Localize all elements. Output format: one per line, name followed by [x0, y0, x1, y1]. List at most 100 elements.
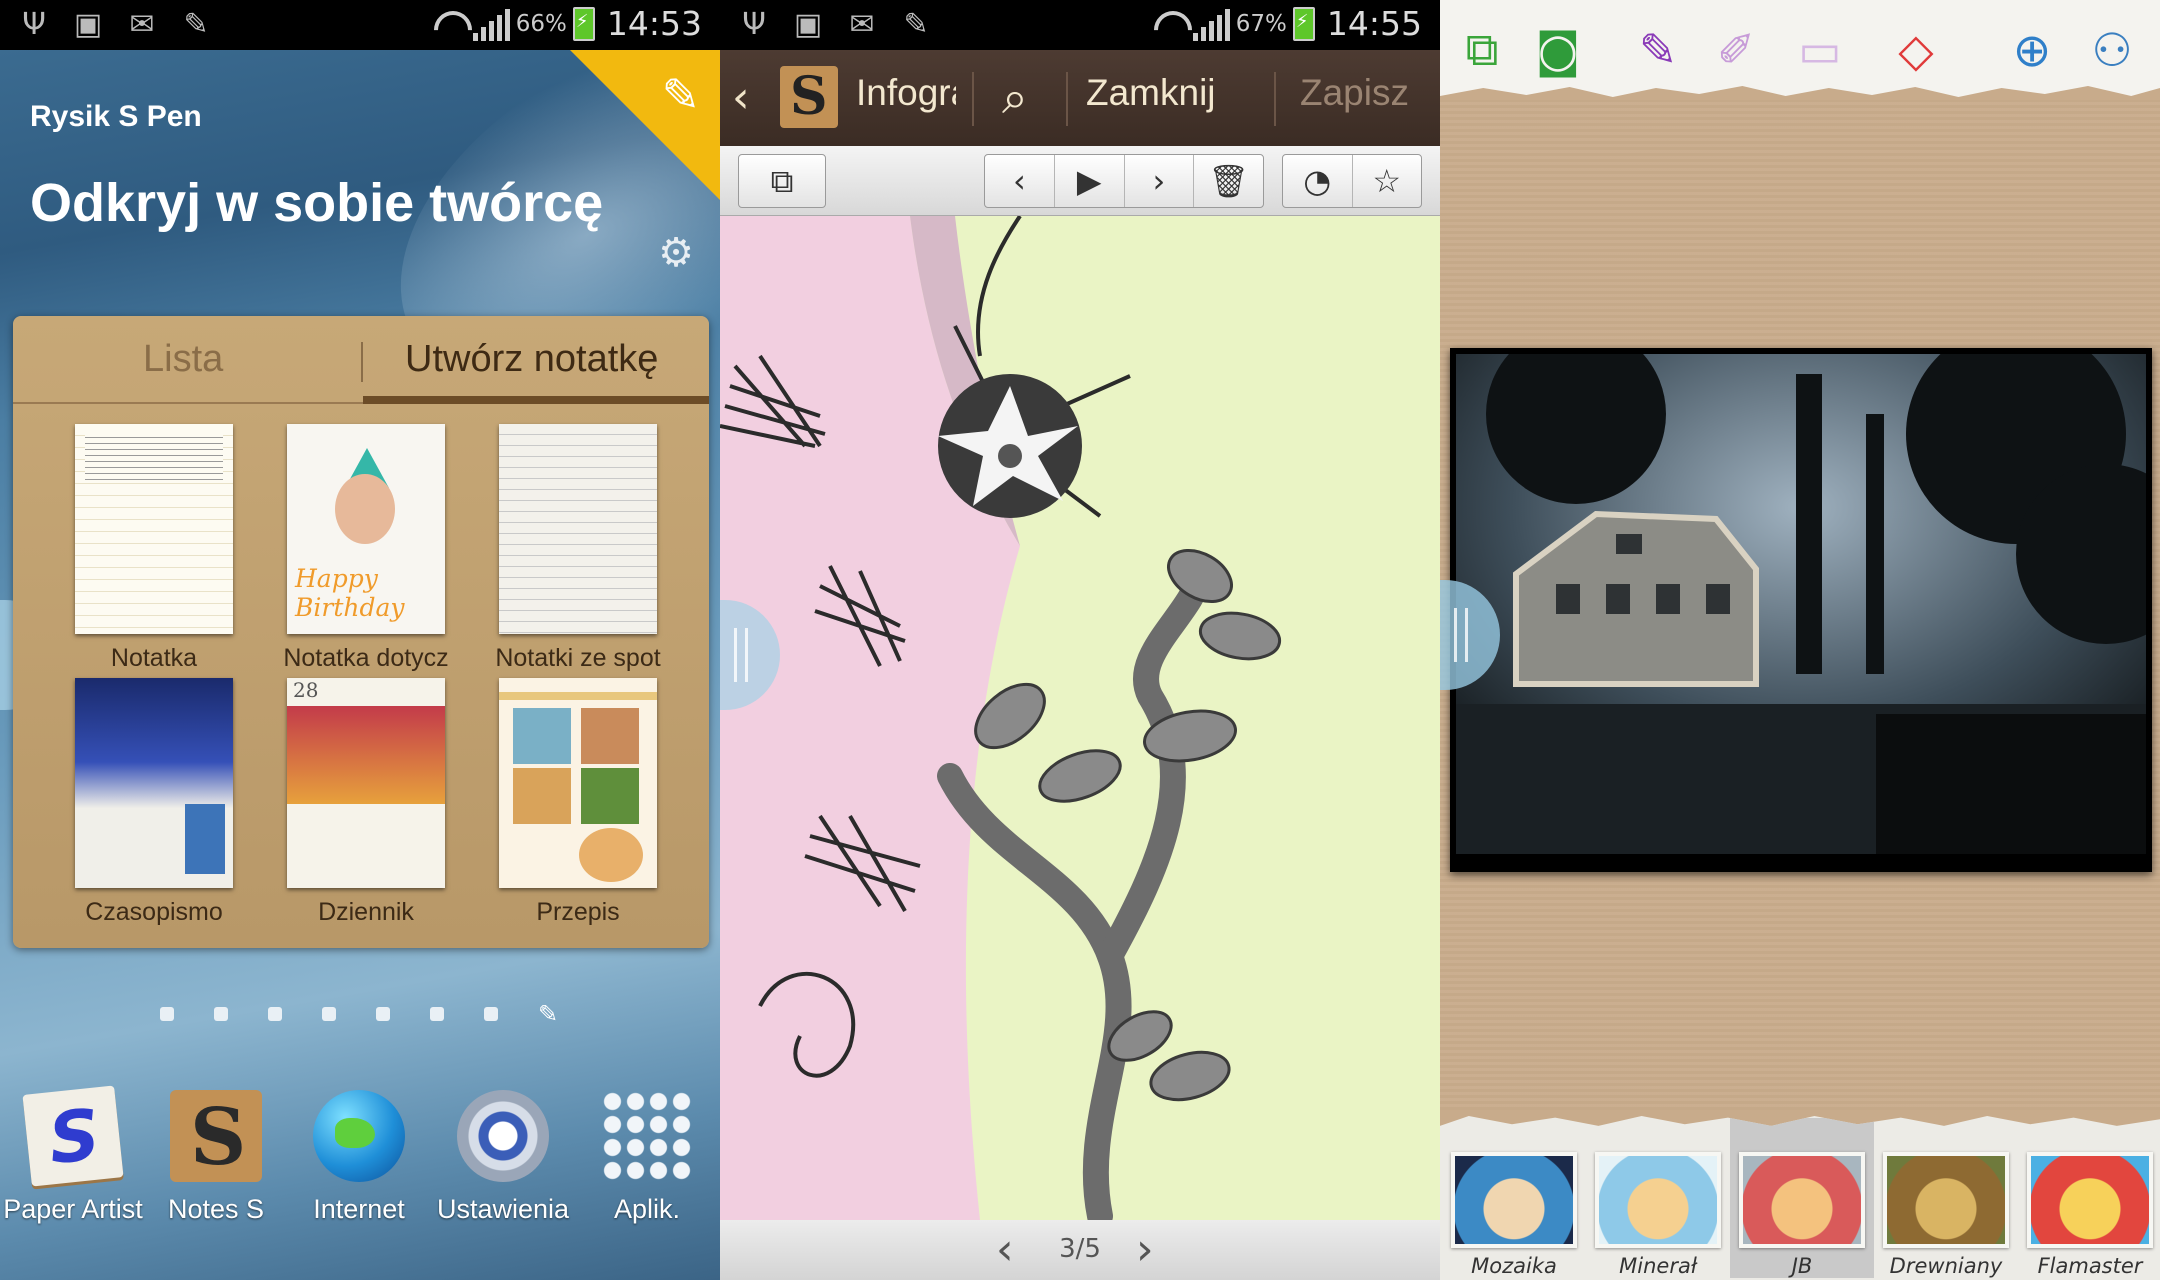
star-icon[interactable]: ☆	[1353, 155, 1422, 207]
app-paper-artist[interactable]: Paper Artist	[0, 1085, 148, 1225]
status-bar: Ψ ▣ ✉ ✎ 66% 14:53	[0, 0, 720, 50]
eraser-icon[interactable]: ▭	[1788, 18, 1852, 82]
s-note-widget: Lista Utwórz notatkę Notatka Happy Birth…	[13, 316, 709, 948]
status-clock: 14:53	[606, 4, 702, 43]
back-chevron-icon[interactable]: ‹	[732, 72, 750, 123]
page-dot[interactable]	[214, 1007, 228, 1021]
template-label: Notatki ze spot	[495, 644, 661, 672]
template-notatka[interactable]: Notatka	[69, 424, 239, 673]
pen-icon: ✎	[903, 6, 929, 42]
gallery-icon[interactable]: ⧉	[1450, 18, 1514, 82]
paper-artist-icon	[22, 1085, 124, 1187]
play-icon[interactable]: ▶	[1055, 155, 1125, 207]
voice-record-icon[interactable]: ◔	[1283, 155, 1353, 207]
share-icon[interactable]: ⚇	[2080, 18, 2144, 82]
previous-icon[interactable]: ‹	[985, 155, 1055, 207]
settings-cog-icon	[457, 1090, 549, 1182]
page-dot[interactable]	[430, 1007, 444, 1021]
filtered-photo[interactable]	[1450, 324, 2160, 872]
camera-icon[interactable]: ◙	[1526, 18, 1590, 82]
page-dot[interactable]	[160, 1007, 174, 1021]
app-label: Aplik.	[613, 1194, 681, 1224]
shape-icon[interactable]: ◇	[1884, 18, 1948, 82]
template-thumbnail: Happy Birthday	[287, 424, 445, 634]
template-label: Dziennik	[318, 898, 414, 926]
page-dot[interactable]	[322, 1007, 336, 1021]
notes-s-icon[interactable]	[780, 66, 838, 128]
editor-toolbar: ⧉ ‹ ▶ › 🗑 ◔ ☆	[720, 146, 1440, 216]
filter-label: Flamaster	[2037, 1254, 2143, 1278]
next-icon[interactable]: ›	[1125, 155, 1195, 207]
page-dot[interactable]	[484, 1007, 498, 1021]
wifi-icon	[1151, 7, 1187, 41]
app-label: Notes S	[167, 1194, 265, 1224]
next-page-icon[interactable]: ›	[1136, 1224, 1154, 1275]
app-label: Paper Artist	[3, 1194, 143, 1224]
template-czasopismo[interactable]: Czasopismo	[69, 678, 239, 927]
tab-active-indicator	[363, 396, 709, 404]
trash-icon[interactable]: 🗑	[1194, 155, 1263, 207]
brush-icon[interactable]: ✎	[1626, 18, 1690, 82]
filter-mozaika[interactable]: Mozaika	[1448, 1152, 1580, 1278]
template-notatki-ze-spotkania[interactable]: Notatki ze spot	[493, 424, 663, 673]
template-notatka-dotyczaca[interactable]: Happy Birthday Notatka dotycz	[281, 424, 451, 673]
battery-icon	[572, 6, 595, 41]
note-title[interactable]: Infogra	[856, 72, 956, 114]
page-dot[interactable]	[376, 1007, 390, 1021]
tool-strip: ⧉ ◙ ✎ ✐ ▭ ◇ ⊕ ⚇	[1440, 0, 2160, 97]
filter-jb[interactable]: JB	[1730, 1118, 1874, 1278]
template-thumbnail	[499, 678, 657, 888]
widget-subtitle: Rysik S Pen	[30, 100, 202, 133]
filter-mineral[interactable]: Minerał	[1592, 1152, 1724, 1278]
sd-card-icon: ▣	[73, 6, 103, 42]
canvas-drawing	[720, 216, 1282, 1220]
signal-icon	[472, 7, 510, 41]
pencil-icon[interactable]: ✐	[1704, 18, 1768, 82]
drawing-canvas[interactable]	[720, 216, 1440, 1220]
plant-leaves	[974, 548, 1282, 1102]
filter-label: JB	[1791, 1254, 1813, 1278]
widget-tabs: Lista Utwórz notatkę	[13, 316, 709, 406]
edit-pen-icon[interactable]: ✎	[661, 68, 700, 122]
template-thumbnail	[75, 424, 233, 634]
template-thumbnail	[75, 678, 233, 888]
filter-drewniany[interactable]: Drewniany	[1880, 1152, 2012, 1278]
filter-label: Minerał	[1619, 1254, 1697, 1278]
app-internet[interactable]: Internet	[284, 1090, 434, 1225]
close-button[interactable]: Zamknij	[1086, 72, 1216, 114]
home-screen-panel: Ψ ▣ ✉ ✎ 66% 14:53 ✎ Rysik S Pen Odkryj w…	[0, 0, 720, 1280]
app-label: Ustawienia	[436, 1194, 570, 1224]
tab-list[interactable]: Lista	[143, 338, 223, 381]
edit-page-icon[interactable]: ✎	[538, 1000, 558, 1028]
save-download-icon[interactable]: ⊕	[2000, 18, 2064, 82]
page-dot[interactable]	[268, 1007, 282, 1021]
filter-thumbnail	[1883, 1152, 2009, 1248]
notes-s-icon	[170, 1090, 262, 1183]
filter-thumbnail	[2027, 1152, 2153, 1248]
template-thumbnail	[499, 424, 657, 634]
app-ustawienia[interactable]: Ustawienia	[428, 1090, 578, 1225]
template-przepis[interactable]: Przepis	[493, 678, 663, 927]
wifi-icon	[431, 7, 467, 41]
app-notes-s[interactable]: Notes S	[141, 1090, 291, 1225]
gear-icon[interactable]: ⚙	[658, 230, 694, 276]
filter-thumbnail	[1451, 1152, 1577, 1248]
template-label: Notatka dotycz	[283, 644, 449, 672]
save-button[interactable]: Zapisz	[1300, 72, 1409, 114]
filter-flamaster[interactable]: Flamaster	[2024, 1152, 2156, 1278]
s-note-editor-panel: Ψ ▣ ✉ ✎ 67% 14:55 ‹ Infogra ⌕ Zamknij Za…	[720, 0, 1440, 1280]
page-indicator: ✎	[160, 1000, 558, 1028]
edit-page-icon[interactable]: ⧉	[739, 155, 825, 207]
app-aplikacje[interactable]: Aplik.	[572, 1090, 720, 1225]
fence	[1876, 714, 2146, 864]
mail-icon: ✉	[129, 6, 155, 42]
globe-icon	[313, 1090, 405, 1182]
pen-icon: ✎	[183, 6, 209, 42]
tab-create-note[interactable]: Utwórz notatkę	[405, 338, 658, 381]
extras-group: ◔ ☆	[1282, 154, 1422, 208]
photo-frame-edge	[1456, 854, 2146, 866]
template-dziennik[interactable]: Dziennik	[281, 678, 451, 927]
divider	[1066, 72, 1068, 126]
search-icon[interactable]: ⌕	[1002, 70, 1028, 126]
template-label: Notatka	[110, 644, 198, 672]
